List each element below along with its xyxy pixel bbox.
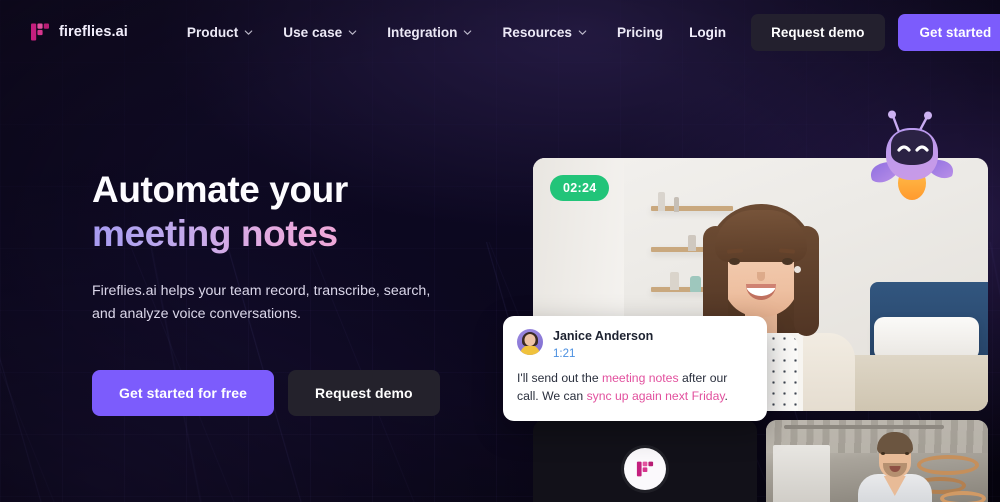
- chevron-down-icon: [578, 29, 587, 35]
- transcript-line2-pre: We can: [542, 389, 587, 404]
- get-started-button[interactable]: Get started: [897, 13, 1000, 51]
- page-title: Automate your meeting notes: [92, 168, 492, 256]
- headline-line-1: Automate your: [92, 169, 348, 210]
- nav-item-use-case[interactable]: Use case: [269, 18, 371, 47]
- fireflies-robot-mascot-icon: [866, 106, 958, 206]
- request-demo-hero-button[interactable]: Request demo: [288, 370, 440, 417]
- nav-item-label: Product: [186, 24, 239, 40]
- transcript-line2-post: .: [724, 389, 728, 404]
- transcript-header: Janice Anderson 1:21: [517, 329, 752, 360]
- chevron-down-icon: [464, 29, 472, 35]
- avatar: [517, 329, 543, 355]
- nav-item-label: Integration: [387, 24, 458, 40]
- transcript-line1-highlight[interactable]: meeting notes: [602, 371, 679, 385]
- headline-line-2: meeting notes: [92, 213, 338, 255]
- transcript-line1-pre: I'll send out the: [517, 370, 602, 385]
- hero-section: Automate your meeting notes Fireflies.ai…: [92, 168, 492, 417]
- fireflies-bot-video-tile[interactable]: [533, 420, 757, 502]
- video-participant-man: [855, 430, 935, 502]
- get-started-for-free-button[interactable]: Get started for free: [92, 370, 275, 417]
- product-visual: 02:24 Janice Anderson 1:21 I'll send out…: [503, 110, 988, 502]
- nav-item-label: Use case: [283, 24, 343, 40]
- nav-item-label: Resources: [502, 24, 572, 40]
- nav-actions: Login Request demo Get started: [677, 13, 1000, 51]
- chevron-down-icon: [244, 29, 253, 35]
- nav-item-resources[interactable]: Resources: [488, 18, 601, 47]
- brand-logo[interactable]: fireflies.ai: [30, 22, 128, 42]
- fireflies-f-logo-icon: [30, 22, 50, 42]
- hero-cta-group: Get started for free Request demo: [92, 370, 492, 417]
- nav-item-product[interactable]: Product: [173, 18, 267, 47]
- hero-subtext: Fireflies.ai helps your team record, tra…: [92, 283, 431, 323]
- transcript-text: I'll send out the meeting notes after ou…: [517, 369, 752, 406]
- nav-item-pricing[interactable]: Pricing: [603, 18, 677, 47]
- participant-video-tile[interactable]: [766, 420, 988, 502]
- nav-item-label: Pricing: [616, 24, 664, 40]
- brand-name-text: fireflies.ai: [59, 24, 128, 40]
- transcript-line2-highlight[interactable]: sync up again next Friday: [587, 389, 725, 403]
- recording-timer-badge: 02:24: [550, 175, 610, 201]
- transcript-card[interactable]: Janice Anderson 1:21 I'll send out the m…: [503, 316, 767, 421]
- login-link[interactable]: Login: [677, 18, 738, 47]
- request-demo-button[interactable]: Request demo: [751, 13, 885, 51]
- main-navigation-bar: fireflies.ai Product Use case Integratio…: [0, 0, 1000, 64]
- nav-item-integration[interactable]: Integration: [373, 18, 486, 47]
- transcript-timestamp: 1:21: [553, 347, 576, 360]
- chevron-down-icon: [348, 29, 357, 35]
- transcript-speaker-name: Janice Anderson: [553, 329, 654, 343]
- fireflies-avatar-circle-icon: [624, 448, 666, 490]
- nav-links: Product Use case Integration Resources P: [173, 18, 677, 47]
